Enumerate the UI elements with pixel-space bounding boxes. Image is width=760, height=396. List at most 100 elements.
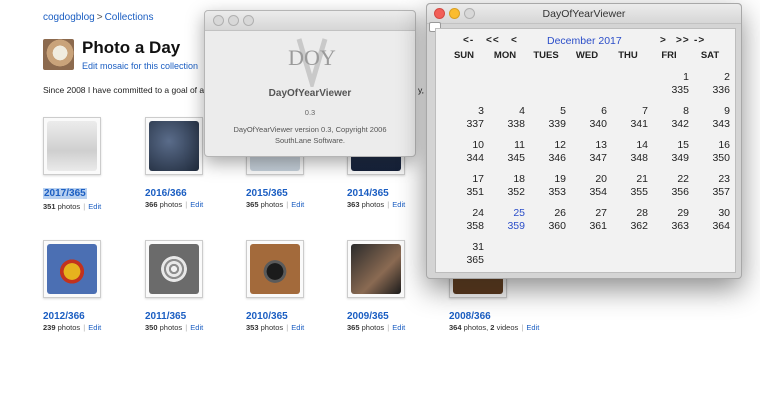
calendar-day[interactable]: 25 359 [485,207,525,233]
collection-edit-link[interactable]: Edit [190,200,203,209]
calendar-day[interactable]: 1 335 [649,71,689,97]
calendar-day[interactable]: 14 348 [608,139,648,165]
collection-title-link[interactable]: 2011/365 [145,311,255,322]
calendar-day[interactable]: 13 347 [567,139,607,165]
collection-title-link[interactable]: 2008/366 [449,311,559,322]
day-of-year: 339 [548,118,566,130]
day-of-month: 21 [636,173,648,185]
collection-edit-link[interactable]: Edit [526,323,539,332]
calendar-day[interactable]: 16 350 [690,139,730,165]
collection-thumbnail[interactable] [145,240,203,298]
prev-fast-button[interactable]: << [486,35,500,46]
calendar-day[interactable]: 29 363 [649,207,689,233]
about-version: 0.3 [304,108,316,117]
calendar-day[interactable]: 8 342 [649,105,689,131]
photo-count-unit: photos [361,323,385,332]
prev-month-button[interactable]: < [511,35,518,46]
calendar-day[interactable]: 28 362 [608,207,648,233]
next-fast-button[interactable]: >> [676,35,690,46]
weekday-header-wed: WED [575,50,599,61]
collection-tile[interactable]: 2012/366 239 photos | Edit [43,240,153,332]
meta-separator: | [81,202,88,211]
collection-edit-link[interactable]: Edit [392,323,405,332]
next-year-button[interactable]: -> [694,35,705,46]
calendar-day[interactable]: 31 365 [444,241,484,267]
calendar-day[interactable]: 21 355 [608,173,648,199]
collection-title-link[interactable]: 2016/366 [145,188,255,199]
collection-meta: 366 photos | Edit [145,200,255,209]
calendar-day[interactable]: 5 339 [526,105,566,131]
collection-edit-link[interactable]: Edit [190,323,203,332]
collection-title-link[interactable]: 2017/365 [43,188,87,199]
about-copyright: DayOfYearViewer version 0.3, Copyright 2… [205,124,415,146]
photo-count: 351 [43,202,56,211]
photo-count-unit: photos, [463,323,491,332]
collection-title-link[interactable]: 2010/365 [246,311,356,322]
avatar[interactable] [43,39,74,70]
day-of-month: 22 [677,173,689,185]
prev-year-button[interactable]: <- [463,35,474,46]
day-of-year: 343 [712,118,730,130]
collection-tile[interactable]: 2010/365 353 photos | Edit [246,240,356,332]
collection-thumbnail[interactable] [246,240,304,298]
next-month-button[interactable]: > [660,35,667,46]
calendar-day[interactable]: 7 341 [608,105,648,131]
day-of-year: 354 [589,186,607,198]
calendar-day[interactable]: 24 358 [444,207,484,233]
breadcrumb-collections-link[interactable]: Collections [105,12,154,23]
calendar-day[interactable]: 27 361 [567,207,607,233]
collection-edit-link[interactable]: Edit [392,200,405,209]
minimize-icon[interactable] [228,15,239,26]
collection-tile[interactable]: 2011/365 350 photos | Edit [145,240,255,332]
calendar-day[interactable]: 3 337 [444,105,484,131]
calendar-titlebar[interactable]: DayOfYearViewer [427,4,741,24]
calendar-day[interactable]: 9 343 [690,105,730,131]
collection-thumbnail[interactable] [347,240,405,298]
calendar-day[interactable]: 30 364 [690,207,730,233]
edit-mosaic-link[interactable]: Edit mosaic for this collection [82,61,198,71]
collection-title-link[interactable]: 2009/365 [347,311,457,322]
calendar-day[interactable]: 11 345 [485,139,525,165]
calendar-day[interactable]: 17 351 [444,173,484,199]
calendar-day[interactable]: 26 360 [526,207,566,233]
collection-edit-link[interactable]: Edit [88,323,101,332]
calendar-day[interactable]: 2 336 [690,71,730,97]
weekday-header-thu: THU [618,50,638,61]
meta-separator: | [183,323,190,332]
collection-edit-link[interactable]: Edit [291,323,304,332]
day-of-year: 342 [671,118,689,130]
calendar-day[interactable]: 6 340 [567,105,607,131]
breadcrumb-separator: > [96,12,103,23]
collection-thumbnail[interactable] [145,117,203,175]
calendar-day[interactable]: 4 338 [485,105,525,131]
collection-thumbnail[interactable] [43,117,101,175]
collection-thumbnail[interactable] [43,240,101,298]
weekday-header-tues: TUES [533,50,559,61]
weekday-header-mon: MON [493,50,517,61]
day-of-year: 353 [548,186,566,198]
calendar-day[interactable]: 10 344 [444,139,484,165]
collection-edit-link[interactable]: Edit [291,200,304,209]
collection-title-link[interactable]: 2015/365 [246,188,356,199]
calendar-day[interactable]: 19 353 [526,173,566,199]
calendar-day[interactable]: 23 357 [690,173,730,199]
calendar-day[interactable]: 22 356 [649,173,689,199]
calendar-day[interactable]: 12 346 [526,139,566,165]
day-of-month: 14 [636,139,648,151]
day-of-year: 351 [466,186,484,198]
day-of-year: 363 [671,220,689,232]
breadcrumb-user-link[interactable]: cogdogblog [43,12,95,23]
calendar-day[interactable]: 20 354 [567,173,607,199]
collection-title-link[interactable]: 2012/366 [43,311,153,322]
collection-edit-link[interactable]: Edit [88,202,101,211]
calendar-day[interactable]: 18 352 [485,173,525,199]
calendar-day[interactable]: 15 349 [649,139,689,165]
meta-separator: | [385,323,392,332]
about-titlebar[interactable] [205,11,415,31]
day-of-year: 344 [466,152,484,164]
zoom-icon[interactable] [243,15,254,26]
day-of-month: 1 [683,71,689,83]
collection-tile[interactable]: 2017/365 351 photos | Edit [43,117,153,211]
close-icon[interactable] [213,15,224,26]
day-of-month: 28 [636,207,648,219]
